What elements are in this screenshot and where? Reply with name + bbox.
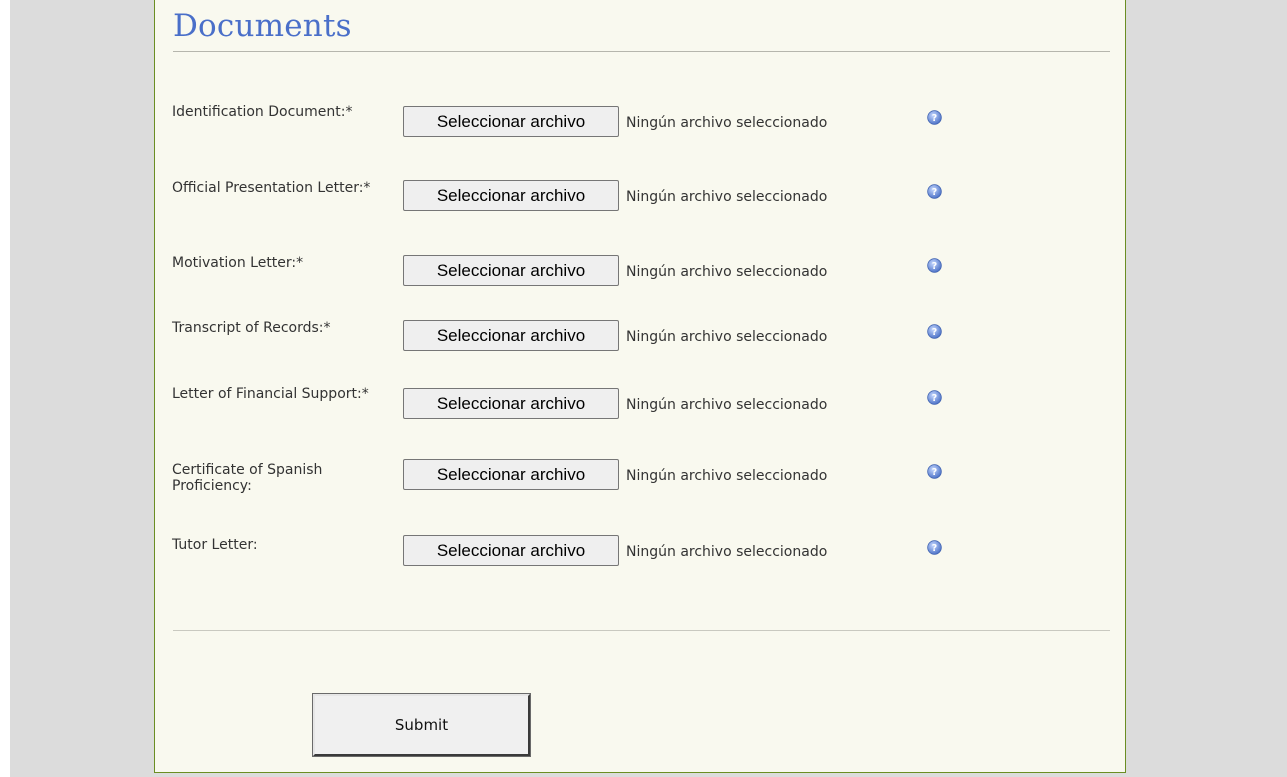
field-label: Certificate of Spanish Proficiency: xyxy=(172,462,323,494)
select-file-button[interactable]: Seleccionar archivo xyxy=(403,320,619,351)
svg-text:?: ? xyxy=(932,327,937,338)
upload-row-transcript-of-records: Transcript of Records:* Seleccionar arch… xyxy=(155,320,1125,360)
upload-row-tutor-letter: Tutor Letter: Seleccionar archivo Ningún… xyxy=(155,535,1125,577)
upload-row-letter-of-financial-support: Letter of Financial Support:* Selecciona… xyxy=(155,386,1125,426)
select-file-button[interactable]: Seleccionar archivo xyxy=(403,388,619,419)
svg-text:?: ? xyxy=(932,393,937,404)
file-status-text: Ningún archivo seleccionado xyxy=(626,468,828,484)
select-file-button[interactable]: Seleccionar archivo xyxy=(403,535,619,566)
svg-text:?: ? xyxy=(932,113,937,124)
svg-text:?: ? xyxy=(932,543,937,554)
question-circle-icon[interactable]: ? xyxy=(927,324,942,339)
field-label: Tutor Letter: xyxy=(172,537,258,553)
title-divider xyxy=(173,51,1110,52)
file-status-text: Ningún archivo seleccionado xyxy=(626,115,828,131)
submit-button[interactable]: Submit xyxy=(312,693,531,757)
upload-row-identification-document: Identification Document:* Seleccionar ar… xyxy=(155,104,1125,144)
select-file-button[interactable]: Seleccionar archivo xyxy=(403,106,619,137)
upload-row-official-presentation-letter: Official Presentation Letter:* Seleccion… xyxy=(155,180,1125,220)
section-title: Documents xyxy=(173,8,352,44)
field-label: Letter of Financial Support:* xyxy=(172,386,369,402)
file-status-text: Ningún archivo seleccionado xyxy=(626,189,828,205)
file-status-text: Ningún archivo seleccionado xyxy=(626,329,828,345)
svg-text:?: ? xyxy=(932,467,937,478)
upload-row-certificate-of-spanish-proficiency: Certificate of Spanish Proficiency: Sele… xyxy=(155,459,1125,502)
file-status-text: Ningún archivo seleccionado xyxy=(626,264,828,280)
field-label: Official Presentation Letter:* xyxy=(172,180,371,196)
select-file-button[interactable]: Seleccionar archivo xyxy=(403,459,619,490)
question-circle-icon[interactable]: ? xyxy=(927,540,942,555)
field-label: Transcript of Records:* xyxy=(172,320,331,336)
question-circle-icon[interactable]: ? xyxy=(927,464,942,479)
upload-row-motivation-letter: Motivation Letter:* Seleccionar archivo … xyxy=(155,255,1125,295)
field-label: Identification Document:* xyxy=(172,104,353,120)
field-label: Motivation Letter:* xyxy=(172,255,304,271)
question-circle-icon[interactable]: ? xyxy=(927,390,942,405)
select-file-button[interactable]: Seleccionar archivo xyxy=(403,180,619,211)
question-circle-icon[interactable]: ? xyxy=(927,184,942,199)
question-circle-icon[interactable]: ? xyxy=(927,258,942,273)
question-circle-icon[interactable]: ? xyxy=(927,110,942,125)
svg-text:?: ? xyxy=(932,261,937,272)
file-status-text: Ningún archivo seleccionado xyxy=(626,544,828,560)
documents-panel: Documents Identification Document:* Sele… xyxy=(154,0,1126,773)
file-status-text: Ningún archivo seleccionado xyxy=(626,397,828,413)
svg-text:?: ? xyxy=(932,187,937,198)
form-divider xyxy=(173,630,1110,631)
page-edge xyxy=(0,0,10,777)
select-file-button[interactable]: Seleccionar archivo xyxy=(403,255,619,286)
